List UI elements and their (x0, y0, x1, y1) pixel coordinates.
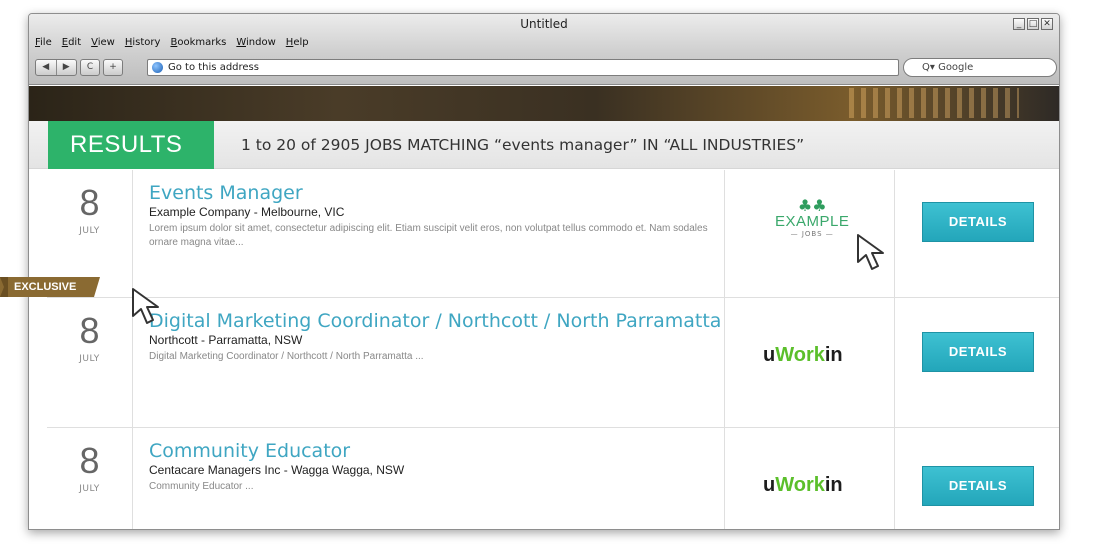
job-info: Community Educator Centacare Managers In… (149, 440, 719, 494)
exclusive-badge: EXCLUSIVE (0, 277, 100, 297)
search-placeholder: Q▾ Google (922, 62, 974, 73)
logo-in: in (824, 344, 843, 366)
address-bar[interactable]: Go to this address (147, 59, 899, 76)
maximize-button[interactable]: □ (1027, 18, 1039, 30)
company-logo-cell: uWorkin (724, 298, 895, 427)
tree-icon: ♣♣ (797, 196, 827, 215)
window-controls: _ □ ✕ (1013, 18, 1053, 30)
job-month: JULY (79, 354, 100, 364)
details-button[interactable]: DETAILS (922, 332, 1034, 372)
close-button[interactable]: ✕ (1041, 18, 1053, 30)
job-month: JULY (79, 226, 100, 236)
menu-edit[interactable]: Edit (62, 37, 81, 48)
job-info: Digital Marketing Coordinator / Northcot… (149, 310, 721, 364)
page-content: RESULTS 1 to 20 of 2905 JOBS MATCHING “e… (29, 86, 1059, 529)
menu-bar: File Edit View History Bookmarks Window … (35, 37, 309, 48)
job-day: 8 (79, 182, 100, 223)
back-button[interactable]: ◀ (36, 60, 57, 75)
job-date: 8 JULY (47, 428, 133, 529)
logo-in: in (824, 474, 843, 496)
details-button[interactable]: DETAILS (922, 202, 1034, 242)
menu-help[interactable]: Help (286, 37, 309, 48)
job-company: Northcott - Parramatta, NSW (149, 333, 303, 347)
job-title-link[interactable]: Events Manager (149, 182, 719, 204)
hero-image (849, 88, 1019, 118)
results-header: RESULTS 1 to 20 of 2905 JOBS MATCHING “e… (29, 121, 1059, 169)
logo-word: EXAMPLE (775, 213, 850, 230)
job-day: 8 (79, 440, 100, 481)
job-description: Lorem ipsum dolor sit amet, consectetur … (149, 223, 708, 248)
browser-window: Untitled _ □ ✕ File Edit View History Bo… (28, 13, 1060, 530)
results-tag: RESULTS (48, 121, 214, 169)
address-placeholder: Go to this address (168, 62, 259, 73)
back-forward-group: ◀ ▶ (35, 59, 77, 76)
details-button[interactable]: DETAILS (922, 466, 1034, 506)
job-day: 8 (79, 310, 100, 351)
menu-bookmarks[interactable]: Bookmarks (170, 37, 226, 48)
cursor-arrow-icon (132, 288, 159, 324)
nav-buttons: ◀ ▶ C + (35, 59, 123, 76)
menu-history[interactable]: History (125, 37, 161, 48)
uworkin-logo[interactable]: uWorkin (763, 474, 843, 497)
job-company: Example Company - Melbourne, VIC (149, 205, 345, 219)
job-row: 8 JULY Events Manager Example Company - … (47, 170, 1059, 298)
logo-sub-text: JOBS (801, 230, 823, 238)
example-jobs-logo[interactable]: ♣♣ EXAMPLE — JOBS — (775, 196, 850, 239)
job-title-link[interactable]: Digital Marketing Coordinator / Northcot… (149, 310, 721, 332)
forward-button[interactable]: ▶ (57, 60, 77, 75)
window-title: Untitled (520, 17, 568, 31)
job-title-link[interactable]: Community Educator (149, 440, 719, 462)
search-field[interactable]: Q▾ Google (903, 58, 1057, 77)
globe-icon (152, 62, 163, 73)
job-row: 8 JULY Community Educator Centacare Mana… (47, 428, 1059, 529)
job-info: Events Manager Example Company - Melbour… (149, 182, 719, 250)
logo-u: u (763, 344, 776, 366)
results-summary: 1 to 20 of 2905 JOBS MATCHING “events ma… (241, 136, 805, 154)
company-logo-cell: uWorkin (724, 428, 895, 529)
menu-view[interactable]: View (91, 37, 115, 48)
browser-chrome: Untitled _ □ ✕ File Edit View History Bo… (29, 14, 1059, 85)
job-company: Centacare Managers Inc - Wagga Wagga, NS… (149, 463, 405, 477)
logo-work: Work (775, 344, 825, 366)
logo-sub: — JOBS — (790, 230, 834, 238)
menu-file[interactable]: File (35, 37, 52, 48)
logo-u: u (763, 474, 776, 496)
job-description: Community Educator ... (149, 481, 254, 492)
job-month: JULY (79, 484, 100, 494)
uworkin-logo[interactable]: uWorkin (763, 344, 843, 367)
navigation-toolbar: ◀ ▶ C + Go to this address Q▾ Google (35, 58, 1057, 78)
cursor-arrow-icon (857, 234, 884, 270)
job-row: 8 JULY Digital Marketing Coordinator / N… (47, 298, 1059, 428)
logo-work: Work (775, 474, 825, 496)
job-description: Digital Marketing Coordinator / Northcot… (149, 351, 424, 362)
minimize-button[interactable]: _ (1013, 18, 1025, 30)
new-tab-button[interactable]: + (103, 59, 123, 76)
job-date: 8 JULY (47, 298, 133, 427)
menu-window[interactable]: Window (236, 37, 275, 48)
reload-button[interactable]: C (80, 59, 100, 76)
hero-banner (29, 86, 1059, 121)
